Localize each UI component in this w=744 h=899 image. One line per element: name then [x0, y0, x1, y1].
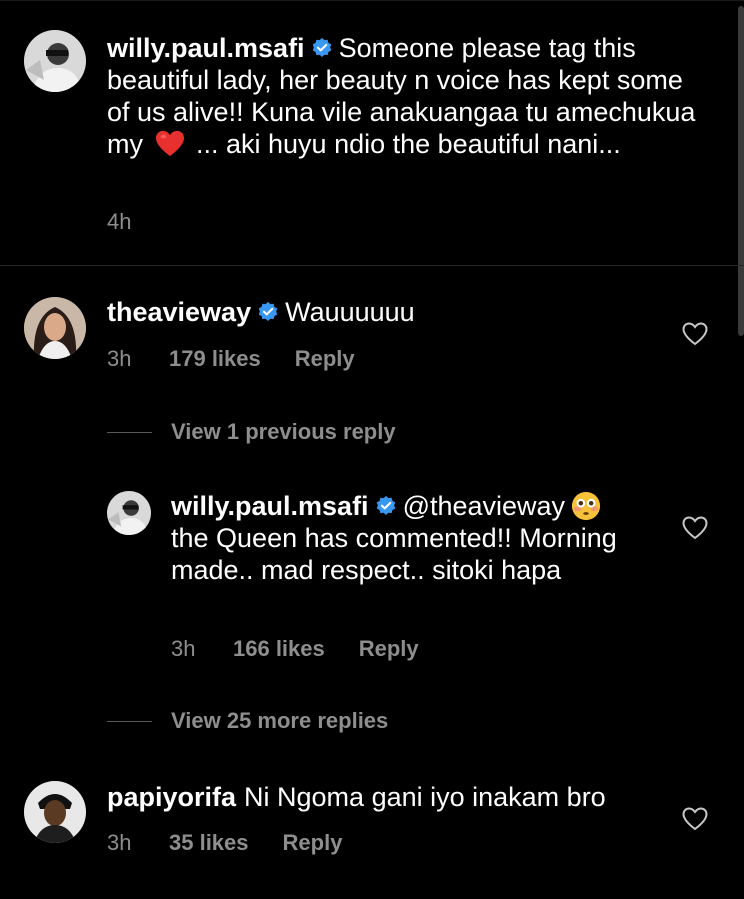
comment-body: Wauuuuuu — [285, 297, 415, 327]
caption-time: 4h — [107, 209, 132, 234]
caption-text: willy.paul.msafi Someone please tag this … — [107, 32, 697, 160]
caption-divider — [0, 265, 744, 266]
reply-button[interactable]: Reply — [359, 636, 419, 662]
comment-username[interactable]: theavieway — [107, 297, 251, 327]
reply-time: 3h — [171, 636, 196, 661]
view-replies-line — [107, 432, 152, 433]
avatar-theavieway[interactable] — [24, 297, 86, 359]
verified-badge-icon — [376, 495, 395, 515]
view-replies-line — [107, 721, 152, 722]
verified-badge-icon — [312, 37, 331, 57]
comment-theavieway-meta: 3h 179 likes Reply — [107, 346, 355, 372]
reply-likes[interactable]: 166 likes — [233, 636, 325, 662]
verified-badge-icon — [258, 301, 278, 321]
reply-willy-paul-text: willy.paul.msafi @theavieway the Queen ha… — [171, 490, 661, 586]
view-previous-reply-button[interactable]: View 1 previous reply — [171, 419, 396, 445]
caption-meta: 4h — [107, 209, 131, 235]
caption-text-part2: ... aki huyu ndio the beautiful nani... — [188, 129, 621, 159]
like-heart-icon[interactable] — [682, 516, 708, 540]
caption-username[interactable]: willy.paul.msafi — [107, 33, 305, 63]
comment-username[interactable]: papiyorifa — [107, 782, 236, 812]
comment-papiyorifa-text: papiyorifa Ni Ngoma gani iyo inakam bro — [107, 781, 667, 813]
comment-theavieway-text: theavieway Wauuuuuu — [107, 296, 667, 328]
comment-likes[interactable]: 35 likes — [169, 830, 249, 856]
avatar-willy-paul-caption[interactable] — [24, 30, 86, 92]
comment-papiyorifa-meta: 3h 35 likes Reply — [107, 830, 342, 856]
avatar-papiyorifa[interactable] — [24, 781, 86, 843]
scrollbar[interactable] — [738, 6, 744, 336]
comment-time: 3h — [107, 346, 132, 371]
reply-mention[interactable]: @theavieway — [403, 491, 566, 521]
flushed-face-emoji — [572, 491, 601, 521]
like-heart-icon[interactable] — [682, 807, 708, 831]
reply-button[interactable]: Reply — [295, 346, 355, 372]
comment-body: Ni Ngoma gani iyo inakam bro — [244, 782, 606, 812]
comment-time: 3h — [107, 830, 132, 855]
comment-likes[interactable]: 179 likes — [169, 346, 261, 372]
top-border — [0, 0, 744, 1]
reply-body: the Queen has commented!! Morning made..… — [171, 523, 617, 585]
reply-willy-paul-meta: 3h 166 likes Reply — [171, 636, 419, 662]
avatar-willy-paul-reply[interactable] — [107, 491, 151, 535]
view-more-replies-button[interactable]: View 25 more replies — [171, 708, 388, 734]
like-heart-icon[interactable] — [682, 322, 708, 346]
red-heart-emoji — [155, 130, 184, 157]
reply-username[interactable]: willy.paul.msafi — [171, 491, 369, 521]
reply-button[interactable]: Reply — [283, 830, 343, 856]
